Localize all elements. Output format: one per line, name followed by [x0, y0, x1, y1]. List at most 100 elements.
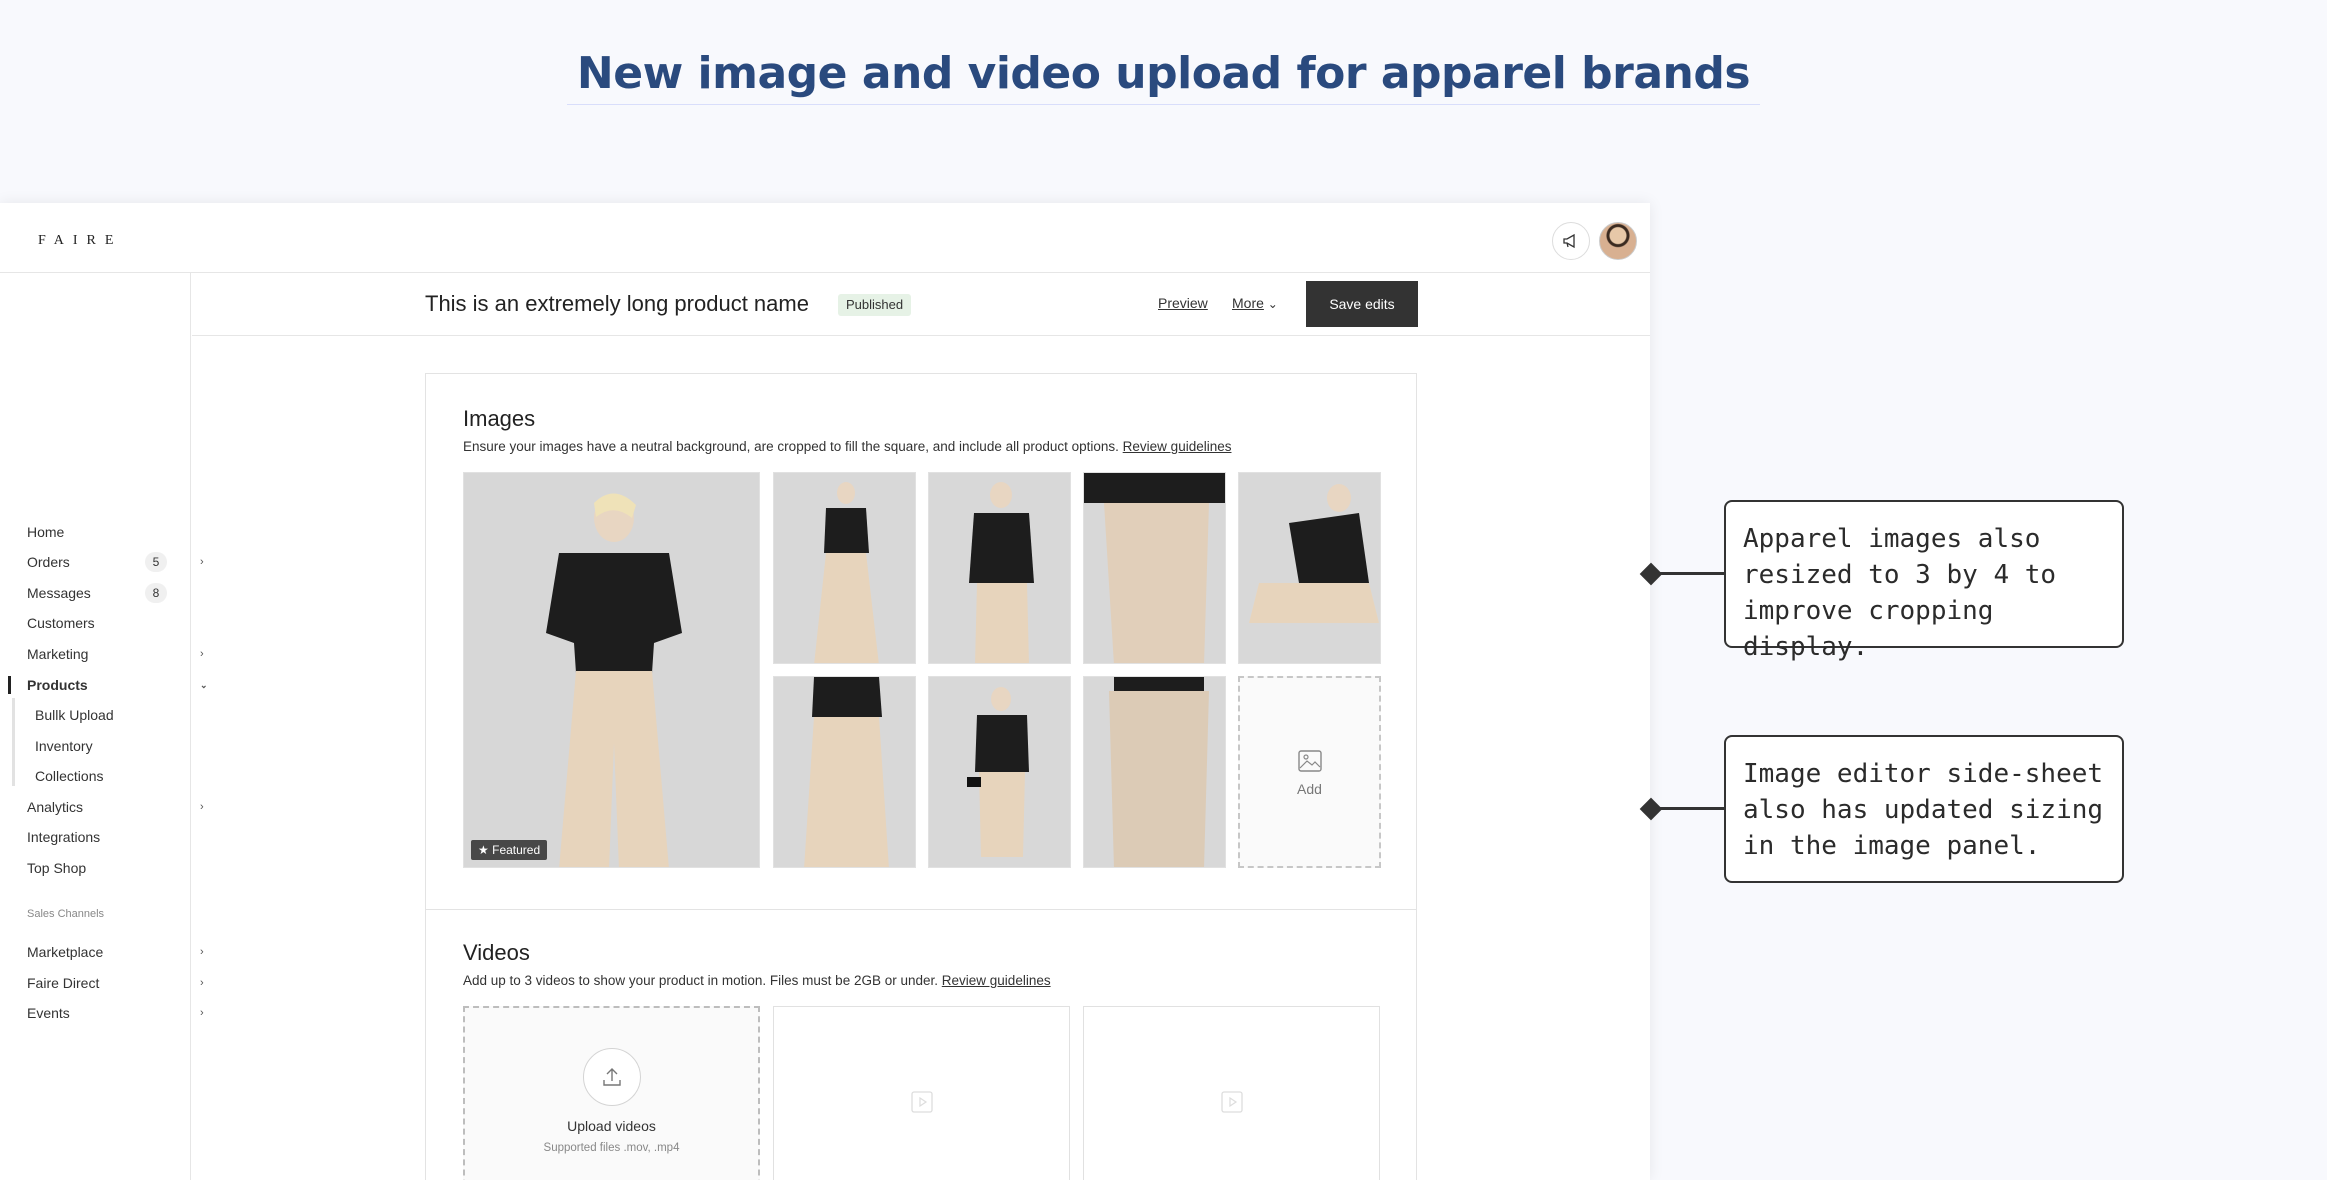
faire-logo[interactable]: FAIRE	[38, 233, 122, 249]
sidebar-item-collections[interactable]: Collections	[35, 766, 195, 786]
image-icon	[1297, 750, 1322, 772]
sidebar-item-bulk-upload[interactable]: Bullk Upload	[35, 705, 195, 725]
videos-description: Add up to 3 videos to show your product …	[463, 973, 1051, 988]
media-card: Images Ensure your images have a neutral…	[425, 373, 1417, 1180]
model-photo	[1084, 677, 1225, 867]
sidebar-item-top-shop[interactable]: Top Shop	[27, 858, 187, 878]
sidebar-item-marketing[interactable]: Marketing ›	[27, 644, 204, 664]
video-icon	[911, 1091, 933, 1113]
add-image-label: Add	[1297, 781, 1322, 797]
sidebar-item-home[interactable]: Home	[27, 522, 187, 542]
top-bar: FAIRE	[0, 203, 1650, 273]
sidebar-item-label: Customers	[27, 615, 95, 631]
product-image-featured[interactable]: ★ Featured	[463, 472, 760, 868]
video-icon	[1221, 1091, 1243, 1113]
upload-videos-label: Upload videos	[567, 1118, 656, 1134]
chevron-right-icon: ›	[200, 556, 204, 568]
sidebar-item-label: Products	[27, 677, 88, 693]
app-window: FAIRE Home Orders 5 › Messages 8 Customers …	[0, 203, 1650, 1180]
images-description: Ensure your images have a neutral backgr…	[463, 439, 1231, 454]
model-photo	[929, 677, 1070, 867]
sidebar-item-marketplace[interactable]: Marketplace ›	[27, 942, 204, 962]
videos-description-text: Add up to 3 videos to show your product …	[463, 973, 939, 988]
more-menu[interactable]: More ⌄	[1232, 295, 1278, 311]
product-image-thumb[interactable]	[928, 676, 1071, 868]
upload-videos-button[interactable]: Upload videos Supported files .mov, .mp4	[463, 1006, 760, 1180]
user-avatar[interactable]	[1599, 222, 1637, 260]
sales-channels-label: Sales Channels	[27, 908, 105, 920]
model-photo	[774, 677, 915, 867]
sidebar-item-label: Faire Direct	[27, 975, 100, 991]
chevron-right-icon: ›	[200, 648, 204, 660]
connector-line	[1656, 572, 1726, 575]
sidebar-item-label: Collections	[35, 768, 104, 784]
product-image-thumb[interactable]	[928, 472, 1071, 664]
hero-section: New image and video upload for apparel b…	[0, 48, 2327, 105]
images-guidelines-link[interactable]: Review guidelines	[1123, 439, 1232, 454]
chevron-down-icon: ⌄	[1267, 297, 1278, 311]
sidebar-item-label: Events	[27, 1005, 70, 1021]
sidebar-item-label: Orders	[27, 554, 70, 570]
chevron-right-icon: ›	[200, 801, 204, 813]
sidebar-item-label: Integrations	[27, 829, 101, 845]
product-image-thumb[interactable]	[1083, 472, 1226, 664]
chevron-right-icon: ›	[200, 977, 204, 989]
orders-count-badge: 5	[145, 552, 167, 572]
announcements-button[interactable]	[1552, 222, 1590, 260]
subnav-indicator	[12, 698, 15, 786]
product-image-thumb[interactable]	[1238, 472, 1381, 664]
save-edits-button[interactable]: Save edits	[1306, 281, 1418, 327]
sidebar: Home Orders 5 › Messages 8 Customers Market…	[0, 273, 208, 1180]
annotation-note: Apparel images also resized to 3 by 4 to…	[1724, 500, 2124, 662]
sidebar-item-label: Bullk Upload	[35, 707, 114, 723]
sidebar-item-integrations[interactable]: Integrations	[27, 827, 187, 847]
chevron-right-icon: ›	[200, 946, 204, 958]
product-image-thumb[interactable]	[1083, 676, 1226, 868]
sidebar-item-label: Messages	[27, 585, 91, 601]
section-divider	[426, 909, 1416, 910]
sidebar-item-label: Home	[27, 524, 65, 540]
model-photo	[774, 473, 915, 663]
annotation-note: Image editor side-sheet also has updated…	[1724, 735, 2124, 883]
sidebar-item-events[interactable]: Events ›	[27, 1003, 204, 1023]
videos-guidelines-link[interactable]: Review guidelines	[942, 973, 1051, 988]
sidebar-item-label: Top Shop	[27, 860, 87, 876]
sidebar-item-messages[interactable]: Messages 8	[27, 583, 187, 603]
status-badge: Published	[838, 294, 912, 316]
sidebar-item-label: Marketplace	[27, 944, 104, 960]
videos-title: Videos	[463, 940, 530, 965]
model-photo	[1084, 473, 1225, 663]
sidebar-item-label: Analytics	[27, 799, 84, 815]
sidebar-item-label: Inventory	[35, 738, 93, 754]
sidebar-item-inventory[interactable]: Inventory	[35, 736, 195, 756]
video-placeholder	[773, 1006, 1070, 1180]
chevron-right-icon: ›	[200, 1007, 204, 1019]
upload-icon	[603, 1068, 621, 1086]
model-photo	[1239, 473, 1380, 663]
model-photo	[929, 473, 1070, 663]
product-image-thumb[interactable]	[773, 676, 916, 868]
upload-videos-hint: Supported files .mov, .mp4	[543, 1142, 680, 1154]
sidebar-item-products[interactable]: Products ⌄	[27, 675, 208, 695]
star-icon: ★	[478, 843, 489, 857]
connector-line	[1656, 807, 1726, 810]
sidebar-item-customers[interactable]: Customers	[27, 613, 187, 633]
sidebar-item-analytics[interactable]: Analytics ›	[27, 797, 204, 817]
featured-badge: ★ Featured	[471, 840, 548, 860]
video-placeholder	[1083, 1006, 1380, 1180]
sidebar-item-orders[interactable]: Orders 5 ›	[27, 552, 204, 572]
chevron-down-icon: ⌄	[200, 680, 208, 690]
preview-link[interactable]: Preview	[1158, 295, 1208, 311]
product-image-thumb[interactable]	[773, 472, 916, 664]
megaphone-icon	[1563, 233, 1575, 249]
sidebar-item-faire-direct[interactable]: Faire Direct ›	[27, 973, 204, 993]
product-header: This is an extremely long product name P…	[192, 273, 1650, 336]
model-photo	[464, 473, 759, 867]
sidebar-item-label: Marketing	[27, 646, 89, 662]
images-description-text: Ensure your images have a neutral backgr…	[463, 439, 1119, 454]
featured-label: Featured	[492, 843, 541, 857]
active-indicator	[8, 676, 11, 694]
upload-icon-circle	[583, 1048, 641, 1106]
add-image-button[interactable]: Add	[1238, 676, 1381, 868]
product-title: This is an extremely long product name	[425, 291, 809, 316]
